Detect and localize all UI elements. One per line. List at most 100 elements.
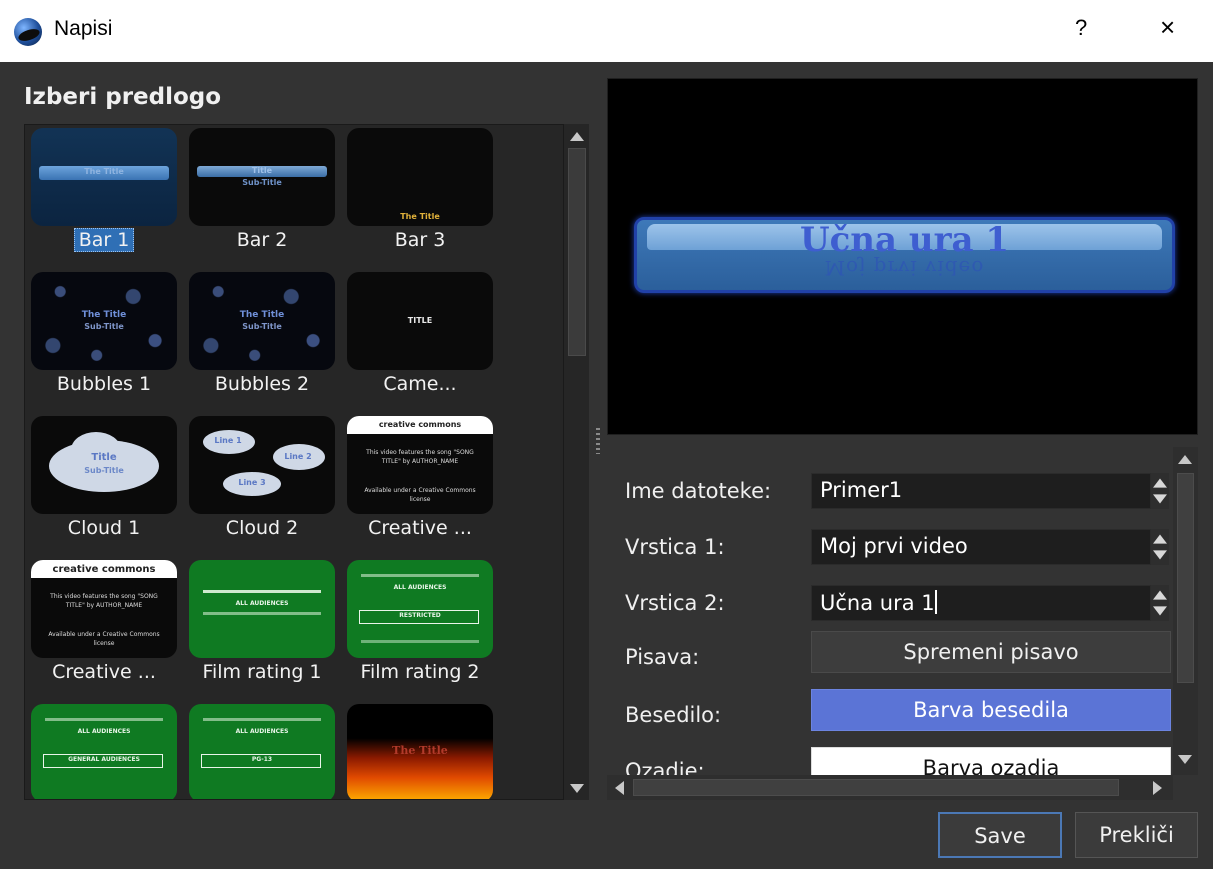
line1-input[interactable]: Moj prvi video [811, 529, 1151, 565]
scroll-left-arrow-icon[interactable] [615, 781, 624, 795]
template-label: Bar 3 [394, 229, 446, 251]
change-font-button[interactable]: Spremeni pisavo [811, 631, 1171, 673]
thumbnail-text: The Title [84, 167, 124, 176]
template-cloud-2[interactable]: Line 1 Line 2 Line 3 Cloud 2 [183, 413, 335, 553]
template-label: Film rating 2 [360, 661, 480, 683]
scroll-up-arrow-icon[interactable] [570, 132, 584, 141]
scroll-corner [1173, 775, 1198, 800]
thumbnail-subtext: Sub-Title [242, 322, 282, 331]
thumbnail-text: Line 1 [214, 436, 242, 445]
form-horizontal-scrollbar[interactable] [607, 775, 1173, 800]
template-film-rating-4[interactable]: ALL AUDIENCES PG-13 [183, 701, 335, 799]
template-bar-2[interactable]: Title Sub-Title Bar 2 [183, 125, 335, 265]
template-film-rating-1[interactable]: ALL AUDIENCES Film rating 1 [183, 557, 335, 697]
template-film-rating-3[interactable]: ALL AUDIENCES GENERAL AUDIENCES [25, 701, 177, 799]
save-button[interactable]: Save [938, 812, 1062, 858]
thumbnail-subtext: PG-13 [251, 756, 273, 763]
spin-up-icon[interactable] [1153, 590, 1167, 600]
template-label: Creative ... [52, 661, 156, 683]
thumbnail-text: creative commons [52, 564, 156, 575]
scroll-thumb[interactable] [1177, 473, 1194, 683]
line2-input-text: Učna ura 1 [820, 591, 935, 615]
text-color-label: Besedilo: [625, 703, 722, 727]
preview-subtitle-text: Moj prvi video [824, 256, 985, 280]
scroll-thumb[interactable] [568, 148, 586, 356]
thumbnail-subtext: This video features the song "SONG TITLE… [50, 593, 158, 609]
spin-up-icon[interactable] [1153, 534, 1167, 544]
template-thumbnail: creative commons This video features the… [31, 560, 177, 658]
thumbnail-extra-text: Available under a Creative Commons licen… [364, 487, 476, 503]
thumbnail-text: ALL AUDIENCES [235, 728, 289, 735]
spin-down-icon[interactable] [1153, 494, 1167, 504]
thumbnail-text: TITLE [407, 316, 433, 325]
title-bar: Napisi ? × [0, 0, 1213, 62]
template-list[interactable]: The Title Bar 1 Title Sub-Title Bar 2 Th… [24, 124, 564, 800]
splitter-handle[interactable] [596, 428, 600, 454]
thumbnail-text: Title [251, 166, 273, 175]
close-button[interactable]: × [1160, 12, 1175, 43]
thumbnail-subtext: Sub-Title [84, 466, 124, 475]
preview-title-bar: Učna ura 1 Moj prvi video [634, 217, 1175, 293]
background-color-button[interactable]: Barva ozadja [811, 747, 1171, 775]
spin-down-icon[interactable] [1153, 550, 1167, 560]
help-button[interactable]: ? [1075, 15, 1087, 41]
scroll-down-arrow-icon[interactable] [1178, 755, 1192, 764]
template-heading: Izberi predlogo [24, 84, 222, 110]
scroll-down-arrow-icon[interactable] [570, 784, 584, 793]
template-film-rating-2[interactable]: ALL AUDIENCES RESTRICTED Film rating 2 [341, 557, 493, 697]
template-creative-commons-2[interactable]: creative commons This video features the… [25, 557, 177, 697]
thumbnail-text: Title [91, 452, 117, 463]
thumbnail-subtext: GENERAL AUDIENCES [68, 756, 140, 763]
scroll-up-arrow-icon[interactable] [1178, 455, 1192, 464]
template-label: Film rating 1 [202, 661, 322, 683]
template-thumbnail: ALL AUDIENCES PG-13 [189, 704, 335, 799]
template-thumbnail: The Title [347, 128, 493, 226]
spin-down-icon[interactable] [1153, 606, 1167, 616]
line1-spinner[interactable] [1151, 529, 1169, 565]
template-bar-3[interactable]: The Title Bar 3 [341, 125, 493, 265]
filename-label: Ime datoteke: [625, 479, 772, 503]
cancel-button[interactable]: Prekliči [1075, 812, 1198, 858]
thumbnail-extra-text: Available under a Creative Commons licen… [48, 631, 160, 647]
app-globe-icon [14, 18, 42, 46]
template-bubbles-2[interactable]: The Title Sub-Title Bubbles 2 [183, 269, 335, 409]
template-thumbnail: The Title Sub-Title [189, 272, 335, 370]
template-list-scrollbar[interactable] [563, 124, 589, 800]
template-label: Came... [383, 373, 457, 395]
template-bar-1[interactable]: The Title Bar 1 [25, 125, 177, 265]
thumbnail-text: The Title [392, 744, 448, 757]
properties-form: Ime datoteke: Primer1 Vrstica 1: Moj prv… [607, 447, 1173, 775]
thumbnail-text: The Title [400, 212, 440, 221]
text-color-button[interactable]: Barva besedila [811, 689, 1171, 731]
template-label: Cloud 2 [225, 517, 299, 539]
line2-input[interactable]: Učna ura 1 [811, 585, 1151, 621]
template-fire[interactable]: The Title [341, 701, 493, 799]
thumbnail-subtext: RESTRICTED [399, 612, 441, 619]
template-label: Bar 1 [25, 228, 183, 252]
thumbnail-subtext: Line 2 [284, 452, 312, 461]
title-preview: Učna ura 1 Moj prvi video [607, 78, 1198, 435]
thumbnail-subtext: Sub-Title [84, 322, 124, 331]
thumbnail-text: ALL AUDIENCES [393, 584, 447, 591]
template-label: Bar 2 [236, 229, 288, 251]
form-vertical-scrollbar[interactable] [1173, 447, 1198, 775]
preview-title-text: Učna ura 1 [799, 220, 1010, 260]
filename-spinner[interactable] [1151, 473, 1169, 509]
background-color-label: Ozadje: [625, 759, 705, 775]
template-bubbles-1[interactable]: The Title Sub-Title Bubbles 1 [25, 269, 177, 409]
template-thumbnail: The Title [31, 128, 177, 226]
scroll-thumb[interactable] [633, 779, 1119, 796]
font-label: Pisava: [625, 645, 700, 669]
scroll-right-arrow-icon[interactable] [1153, 781, 1162, 795]
template-camera[interactable]: TITLE Came... [341, 269, 493, 409]
template-creative-commons-1[interactable]: creative commons This video features the… [341, 413, 493, 553]
line2-spinner[interactable] [1151, 585, 1169, 621]
text-caret [934, 590, 937, 614]
thumbnail-text: The Title [239, 310, 285, 320]
spin-up-icon[interactable] [1153, 478, 1167, 488]
filename-input[interactable]: Primer1 [811, 473, 1151, 509]
template-thumbnail: creative commons This video features the… [347, 416, 493, 514]
template-thumbnail: Title Sub-Title [189, 128, 335, 226]
template-thumbnail: The Title Sub-Title [31, 272, 177, 370]
template-cloud-1[interactable]: Title Sub-Title Cloud 1 [25, 413, 177, 553]
